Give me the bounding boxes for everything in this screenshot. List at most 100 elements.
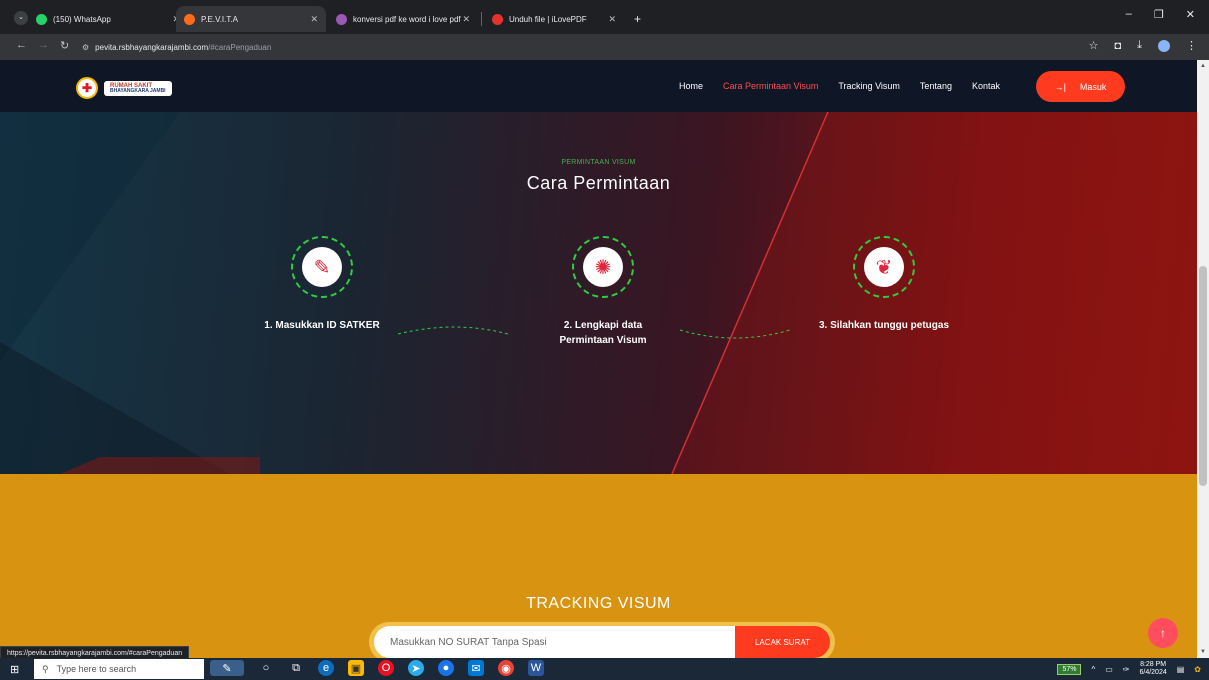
extensions-icon[interactable]: ◘ — [1114, 40, 1121, 52]
masuk-label: Masuk — [1079, 81, 1107, 92]
system-tray: 57% ^ ▭ ✑ 8:28 PM 6/4/2024 ▤ ✿ — [1057, 661, 1201, 677]
edge-icon[interactable]: e — [318, 660, 334, 676]
tracking-visum-section: TRACKING VISUM LACAK SURAT — [0, 474, 1197, 658]
new-tab-button[interactable]: + — [626, 6, 649, 32]
minimize-icon[interactable]: – — [1126, 8, 1132, 21]
forward-arrow-icon[interactable]: → — [38, 39, 49, 51]
close-icon[interactable]: ✕ — [608, 14, 616, 25]
task-view-icon[interactable]: ⧉ — [288, 660, 304, 676]
cortana-icon[interactable]: ○ — [258, 660, 274, 676]
download-icon[interactable]: ⤓ — [1137, 39, 1142, 52]
lightbulb-hand-icon: ✺ — [583, 247, 623, 287]
plus-icon: + — [634, 12, 642, 26]
taskbar-search[interactable]: ⚲ Type here to search — [34, 659, 204, 679]
tab-title: konversi pdf ke word i love pdf — [353, 14, 461, 24]
step-2-label: 2. Lengkapi data Permintaan Visum — [559, 320, 647, 346]
word-icon[interactable]: W — [528, 660, 544, 676]
nav-kontak[interactable]: Kontak — [972, 81, 1000, 91]
scrollbar-thumb[interactable] — [1199, 266, 1207, 486]
site-info-icon[interactable]: ⚙ — [82, 43, 89, 52]
address-path: /#caraPengaduan — [208, 42, 272, 52]
nav-cara-permintaan-visum[interactable]: Cara Permintaan Visum — [723, 81, 818, 91]
masuk-button[interactable]: →| Masuk — [1036, 71, 1125, 102]
chevron-down-icon: ⌄ — [14, 11, 28, 25]
menu-kebab-icon[interactable]: ⋮ — [1186, 39, 1197, 52]
app-icon[interactable]: ● — [438, 660, 454, 676]
tab-title: (150) WhatsApp — [53, 14, 111, 24]
hero-shape-right — [672, 112, 1197, 474]
heart-icon — [492, 13, 503, 25]
windows-start-icon[interactable]: ⊞ — [10, 663, 19, 676]
restore-icon[interactable]: ❐ — [1154, 8, 1164, 21]
close-window-icon[interactable]: ✕ — [1186, 8, 1195, 21]
login-arrow-icon: →| — [1054, 81, 1066, 92]
document-icon: ✎ — [302, 247, 342, 287]
file-explorer-icon[interactable]: ▣ — [348, 660, 364, 676]
handshake-icon: ❦ — [864, 247, 904, 287]
site-logo[interactable]: ✚ RUMAH SAKIT BHAYANGKARA JAMBI — [76, 77, 172, 99]
address-bar[interactable]: ⚙ pevita.rsbhayangkarajambi.com/#caraPen… — [82, 37, 1072, 57]
notification-icon[interactable]: ▤ — [1177, 665, 1185, 674]
widgets-icon[interactable]: ✎ — [210, 660, 244, 676]
reload-icon[interactable]: ↻ — [60, 39, 69, 52]
tab-pevita[interactable]: P.E.V.I.T.A ✕ — [176, 6, 326, 32]
network-icon[interactable]: ▭ — [1105, 665, 1113, 674]
clock[interactable]: 8:28 PM 6/4/2024 — [1139, 661, 1166, 677]
logo-line2: BHAYANGKARA JAMBI — [110, 87, 166, 94]
taskbar-apps: ✎ ○ ⧉ e ▣ O ➤ ● ✉ ◉ W — [210, 660, 544, 676]
nav-tracking-visum[interactable]: Tracking Visum — [838, 81, 900, 91]
browser-tab-bar: ⌄ (150) WhatsApp ✕ P.E.V.I.T.A ✕ konvers… — [0, 0, 1209, 34]
tracking-title: TRACKING VISUM — [526, 595, 671, 612]
taskbar-search-placeholder: Type here to search — [56, 664, 137, 674]
browser-toolbar: ← → ↻ ⚙ pevita.rsbhayangkarajambi.com/#c… — [0, 34, 1209, 60]
section-title: Cara Permintaan — [526, 173, 671, 193]
tab-ilovepdf-download[interactable]: Unduh file | iLovePDF ✕ — [484, 6, 624, 32]
tab-whatsapp[interactable]: (150) WhatsApp ✕ — [28, 6, 188, 32]
clock-time: 8:28 PM — [1140, 661, 1167, 668]
battery-indicator[interactable]: 57% — [1057, 663, 1082, 675]
profile-avatar[interactable] — [1158, 39, 1170, 52]
chevron-up-icon[interactable]: ^ — [1091, 665, 1095, 674]
nav-tentang[interactable]: Tentang — [920, 81, 952, 91]
pen-icon[interactable]: ✑ — [1123, 665, 1130, 674]
close-icon[interactable]: ✕ — [462, 14, 470, 25]
windows-taskbar: ⊞ ⚲ Type here to search ✎ ○ ⧉ e ▣ O ➤ ● … — [0, 658, 1209, 680]
cara-permintaan-section: PERMINTAAN VISUM Cara Permintaan ✎ ✺ ❦ 1… — [0, 112, 1197, 474]
arrow-up-icon: ↑ — [1160, 626, 1166, 640]
hero-shape-bottom-left — [0, 342, 230, 474]
site-navbar: ✚ RUMAH SAKIT BHAYANGKARA JAMBI Home Car… — [0, 60, 1197, 112]
search-icon: ⚲ — [42, 663, 49, 674]
scroll-to-top-button[interactable]: ↑ — [1148, 618, 1178, 648]
telegram-icon[interactable]: ➤ — [408, 660, 424, 676]
page-scrollbar[interactable]: ▲ ▼ — [1197, 60, 1209, 658]
lacak-surat-button[interactable]: LACAK SURAT — [735, 626, 830, 658]
no-surat-input[interactable] — [374, 626, 738, 658]
pevita-favicon-icon — [184, 13, 195, 25]
clock-date: 6/4/2024 — [1139, 669, 1167, 676]
web-page: ✚ RUMAH SAKIT BHAYANGKARA JAMBI Home Car… — [0, 60, 1197, 658]
address-host: pevita.rsbhayangkarajambi.com — [95, 42, 209, 52]
nav-links: Home Cara Permintaan Visum Tracking Visu… — [679, 81, 1020, 91]
hero-shape-left — [0, 112, 180, 362]
hospital-emblem-icon: ✚ — [76, 77, 98, 99]
step-3-icon-wrap: ❦ — [853, 236, 915, 298]
logo-text: RUMAH SAKIT BHAYANGKARA JAMBI — [104, 80, 172, 96]
step-1-label: 1. Masukkan ID SATKER — [264, 320, 380, 331]
back-arrow-icon[interactable]: ← — [16, 39, 27, 51]
window-controls: – ❐ ✕ — [1126, 8, 1209, 21]
scroll-up-icon[interactable]: ▲ — [1200, 63, 1206, 69]
chrome-icon[interactable]: ◉ — [498, 660, 514, 676]
close-icon[interactable]: ✕ — [310, 14, 318, 25]
step-2-icon-wrap: ✺ — [572, 236, 634, 298]
whatsapp-icon — [36, 13, 47, 25]
star-icon[interactable]: ☆ — [1089, 39, 1099, 52]
mail-icon[interactable]: ✉ — [468, 660, 484, 676]
nav-home[interactable]: Home — [679, 81, 703, 91]
scroll-down-icon[interactable]: ▼ — [1200, 649, 1206, 655]
tab-ilovepdf-convert[interactable]: konversi pdf ke word i love pdf ✕ — [328, 6, 478, 32]
colorful-app-icon[interactable]: ✿ — [1194, 665, 1201, 674]
ilovepdf-icon — [336, 13, 347, 25]
opera-icon[interactable]: O — [378, 660, 394, 676]
step-1-icon-wrap: ✎ — [291, 236, 353, 298]
toolbar-actions: ☆ ◘ ⤓ ⋮ — [1089, 39, 1197, 52]
